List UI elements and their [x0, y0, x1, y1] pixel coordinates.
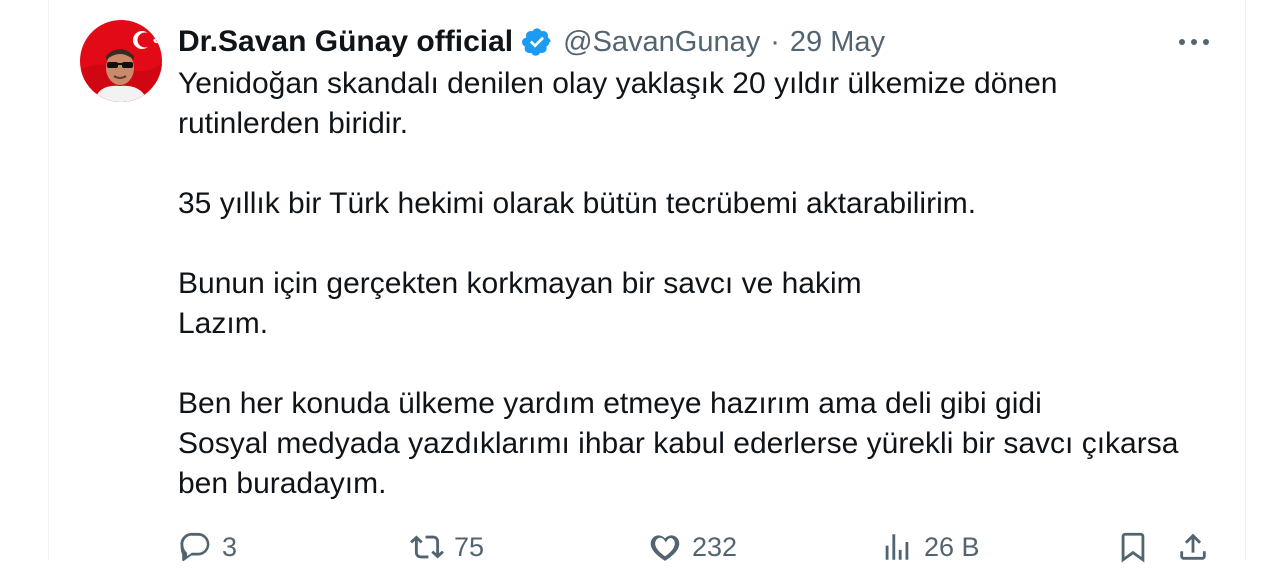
tweet-line: Sosyal medyada yazdıklarımı ihbar kabul …: [178, 427, 1179, 460]
like-count: 232: [692, 531, 738, 562]
tweet-line: Ben her konuda ülkeme yardım etmeye hazı…: [178, 387, 1042, 420]
avatar[interactable]: [80, 20, 162, 102]
retweet-count: 75: [454, 531, 485, 562]
share-icon: [1180, 533, 1206, 560]
tweet-line: Bunun için gerçekten korkmayan bir savcı…: [178, 267, 862, 300]
tweet-line: Yenidoğan skandalı denilen olay yaklaşık…: [178, 67, 1058, 100]
tweet-header: Dr.Savan Günay official @SavanGunay · 29…: [178, 22, 885, 62]
reply-count: 3: [222, 531, 238, 562]
tweet-line: 35 yıllık bir Türk hekimi olarak bütün t…: [178, 187, 977, 220]
views-icon: [885, 534, 909, 560]
author-handle[interactable]: @SavanGunay: [563, 26, 760, 59]
more-options-button[interactable]: [1176, 30, 1212, 54]
reply-icon: [180, 532, 210, 562]
reply-button[interactable]: 3: [178, 530, 237, 564]
bookmark-button[interactable]: [1116, 530, 1150, 564]
tweet-line: rutinlerden biridir.: [178, 107, 409, 140]
retweet-icon: [410, 535, 444, 559]
views-button[interactable]: 26 B: [880, 530, 980, 564]
author-name[interactable]: Dr.Savan Günay official: [178, 25, 513, 59]
share-button[interactable]: [1176, 530, 1210, 564]
heart-icon: [650, 535, 680, 561]
tweet-line: Lazım.: [178, 307, 269, 340]
views-count: 26 B: [924, 531, 980, 562]
tweet-line: ben buradayım.: [178, 467, 387, 500]
tweet-actions: 3 75 232 26 B: [178, 530, 1218, 570]
tweet-date[interactable]: 29 May: [790, 26, 885, 59]
tweet-text: Yenidoğan skandalı denilen olay yaklaşık…: [178, 64, 1208, 504]
retweet-button[interactable]: 75: [410, 530, 484, 564]
separator-dot: ·: [770, 25, 780, 58]
more-icon: [1179, 39, 1209, 45]
bookmark-icon: [1121, 532, 1145, 563]
like-button[interactable]: 232: [648, 530, 737, 564]
verified-badge-icon: [521, 26, 553, 58]
